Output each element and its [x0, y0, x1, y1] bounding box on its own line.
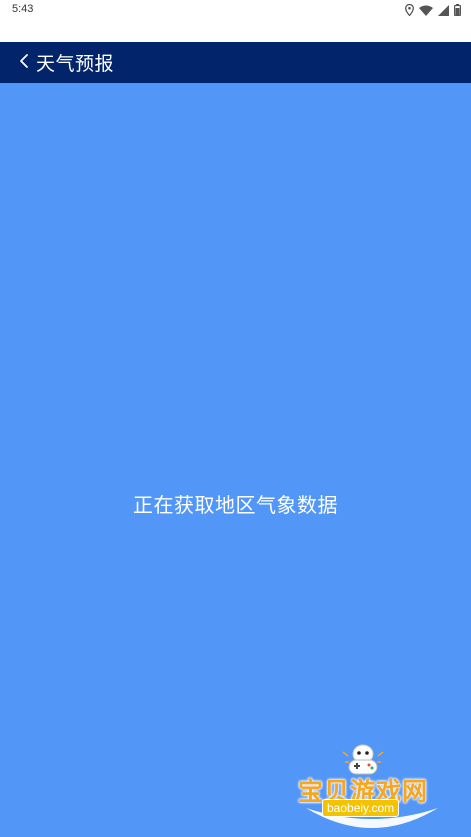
watermark-url: baobeiy.com — [322, 799, 400, 817]
signal-icon — [438, 4, 449, 16]
battery-icon — [454, 4, 461, 16]
status-time: 5:43 — [12, 3, 34, 15]
page-title: 天气预报 — [36, 53, 115, 75]
status-bar: 5:43 — [0, 0, 471, 42]
main-content: 正在获取地区气象数据 — [0, 83, 471, 837]
app-bar: 天气预报 — [0, 42, 471, 83]
chevron-left-icon — [19, 53, 29, 73]
status-icons — [405, 3, 461, 17]
watermark-logo: 宝贝游戏网 baobeiy.com — [294, 742, 444, 837]
back-button[interactable] — [10, 42, 38, 83]
loading-message: 正在获取地区气象数据 — [133, 493, 338, 517]
wifi-icon — [419, 5, 433, 16]
mascot-icon — [342, 744, 384, 775]
screen: 5:43 天气预报 正在获取地区气象数据 宝贝游戏网 baobeiy.com — [0, 0, 471, 837]
location-icon — [405, 4, 414, 16]
